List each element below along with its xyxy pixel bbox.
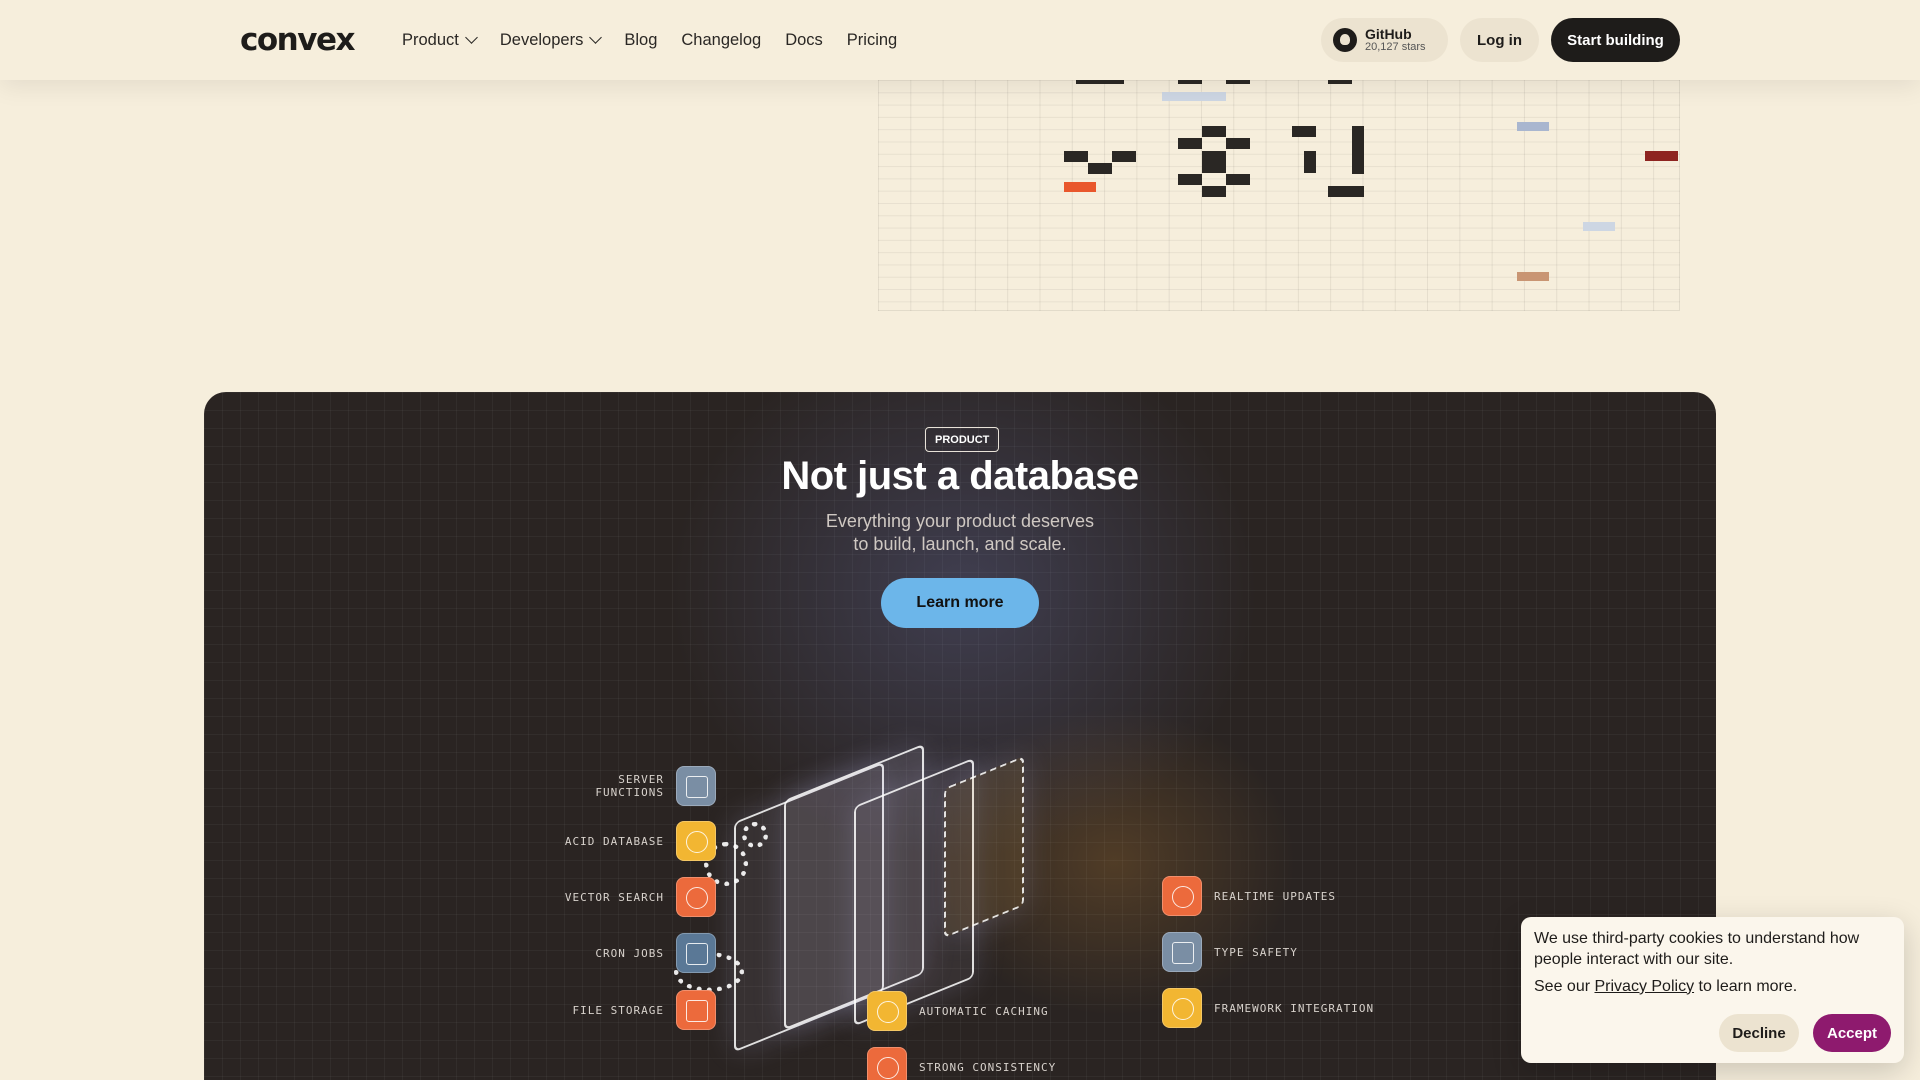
vector-icon — [676, 877, 716, 917]
pixel — [1202, 186, 1226, 197]
pixel — [1112, 151, 1136, 162]
pixel — [1202, 126, 1226, 137]
chevron-down-icon — [465, 31, 478, 44]
calendar-icon — [676, 933, 716, 973]
feature-label: ACID DATABASE — [564, 834, 664, 848]
feature-label: STRONG CONSISTENCY — [919, 1060, 1057, 1074]
github-button[interactable]: GitHub 20,127 stars — [1321, 18, 1448, 62]
github-icon — [1333, 28, 1357, 52]
feature-label: FRAMEWORK INTEGRATION — [1214, 1001, 1375, 1015]
cookie-policy-line: See our Privacy Policy to learn more. — [1534, 977, 1891, 998]
pixel — [1517, 272, 1549, 281]
cookie-text: We use third-party cookies to understand… — [1534, 930, 1860, 968]
feature-label: SERVER FUNCTIONS — [595, 773, 664, 799]
feature-automatic-caching[interactable]: AUTOMATIC CACHING — [867, 991, 1049, 1031]
top-nav: convex Product Developers Blog Changelog… — [0, 0, 1920, 80]
policy-suffix: to learn more. — [1694, 977, 1798, 995]
pixel — [1517, 122, 1549, 131]
chevron-down-icon — [589, 31, 603, 44]
cookie-banner: We use third-party cookies to understand… — [1521, 917, 1904, 1063]
folder-icon — [676, 990, 716, 1030]
github-text: GitHub 20,127 stars — [1365, 27, 1426, 53]
feature-file-storage[interactable]: FILE STORAGE — [544, 990, 716, 1030]
feature-type-safety[interactable]: TYPE SAFETY — [1162, 932, 1298, 972]
product-section: PRODUCT Not just a database Everything y… — [204, 392, 1716, 1080]
subtitle-line-2: to build, launch, and scale. — [853, 534, 1067, 555]
pixel — [1328, 80, 1352, 84]
pixel — [1178, 174, 1202, 185]
pixel — [1178, 138, 1202, 149]
feature-label: REALTIME UPDATES — [1214, 889, 1336, 903]
section-title: Not just a database — [781, 454, 1139, 498]
nav-developers[interactable]: Developers — [499, 30, 603, 50]
privacy-policy-link[interactable]: Privacy Policy — [1594, 978, 1694, 995]
pixel — [1226, 80, 1250, 84]
learn-more-button[interactable]: Learn more — [881, 578, 1039, 628]
nav-product[interactable]: Product — [402, 30, 478, 50]
pixel — [1064, 151, 1088, 162]
section-subtitle: Everything your product deserves to buil… — [760, 510, 1160, 557]
policy-prefix: See our — [1534, 977, 1595, 995]
nav-developers-label: Developers — [499, 30, 584, 49]
nav-blog[interactable]: Blog — [624, 31, 657, 50]
feature-cron-jobs[interactable]: CRON JOBS — [544, 933, 716, 973]
illustration-panel — [944, 755, 1024, 939]
accept-button[interactable]: Accept — [1813, 1014, 1891, 1052]
pixel — [1328, 186, 1364, 197]
feature-server-functions[interactable]: SERVER FUNCTIONS — [544, 766, 716, 806]
feature-label: AUTOMATIC CACHING — [919, 1004, 1049, 1018]
target-icon — [867, 1047, 907, 1080]
react-icon — [1162, 988, 1202, 1028]
refresh-icon — [1162, 876, 1202, 916]
pixel — [1226, 138, 1250, 149]
pixel — [1583, 222, 1615, 231]
product-badge: PRODUCT — [925, 427, 1000, 452]
pixel — [1292, 126, 1316, 137]
nav-product-label: Product — [402, 30, 459, 49]
feature-realtime-updates[interactable]: REALTIME UPDATES — [1162, 876, 1336, 916]
feature-label: CRON JOBS — [595, 946, 664, 960]
pixel — [1064, 182, 1096, 192]
pixel — [1178, 80, 1202, 84]
feature-label: FILE STORAGE — [572, 1003, 664, 1017]
gear-icon — [742, 822, 768, 848]
github-stars: 20,127 stars — [1365, 40, 1426, 53]
pixel — [1076, 80, 1124, 84]
pixel — [1645, 151, 1678, 161]
nav-docs[interactable]: Docs — [785, 31, 823, 50]
pixel — [1304, 151, 1316, 173]
github-title: GitHub — [1365, 25, 1412, 42]
nav-links: Product Developers Blog Changelog Docs P… — [402, 0, 897, 80]
nav-changelog[interactable]: Changelog — [681, 31, 761, 50]
subtitle-line-1: Everything your product deserves — [825, 511, 1095, 531]
login-button[interactable]: Log in — [1460, 18, 1539, 62]
pixel — [1202, 151, 1226, 173]
typescript-icon — [1162, 932, 1202, 972]
feature-vector-search[interactable]: VECTOR SEARCH — [544, 877, 716, 917]
database-icon — [676, 821, 716, 861]
feature-label: TYPE SAFETY — [1214, 945, 1298, 959]
convex-logo[interactable]: convex — [240, 22, 355, 58]
feature-strong-consistency[interactable]: STRONG CONSISTENCY — [867, 1047, 1056, 1080]
start-building-button[interactable]: Start building — [1551, 18, 1680, 62]
feature-acid-database[interactable]: ACID DATABASE — [544, 821, 716, 861]
pixel — [1088, 163, 1112, 174]
nav-pricing[interactable]: Pricing — [847, 31, 897, 50]
feature-framework-integration[interactable]: FRAMEWORK INTEGRATION — [1162, 988, 1374, 1028]
pixel-grid-illustration — [878, 80, 1680, 311]
lambda-icon — [676, 766, 716, 806]
pixel — [1162, 92, 1226, 101]
decline-button[interactable]: Decline — [1719, 1014, 1799, 1052]
nodes-icon — [867, 991, 907, 1031]
pixel — [1226, 174, 1250, 185]
pixel — [1352, 126, 1364, 174]
feature-label: VECTOR SEARCH — [564, 890, 664, 904]
